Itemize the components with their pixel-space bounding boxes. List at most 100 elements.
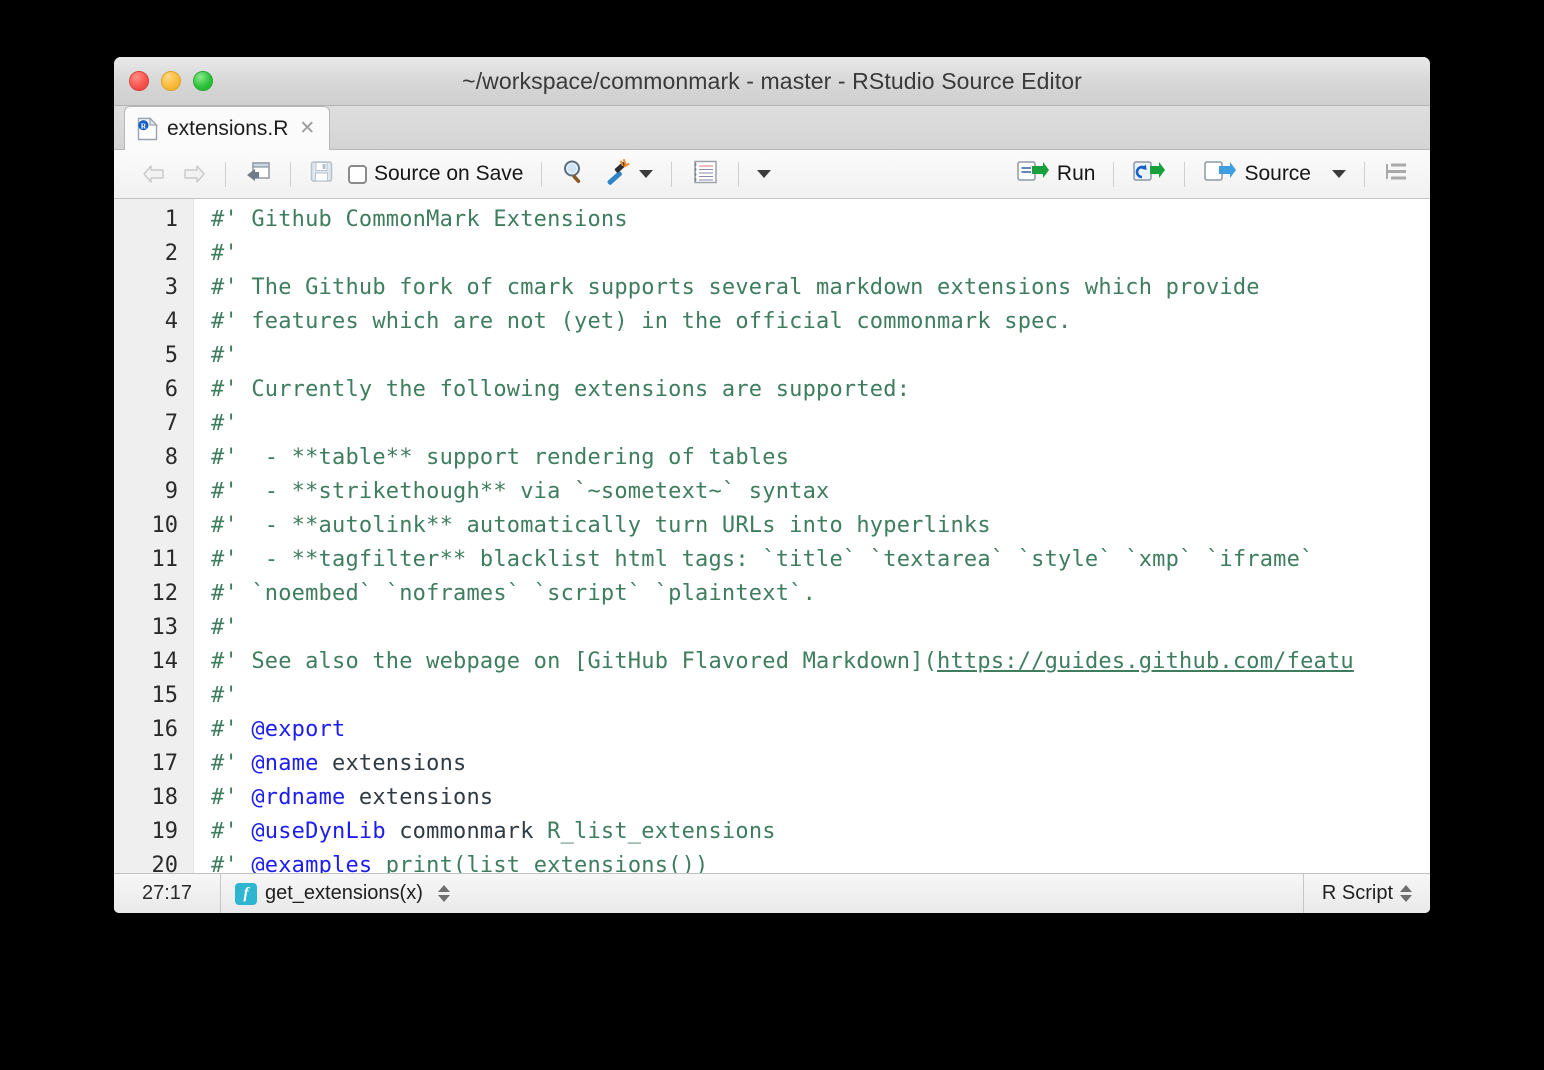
- code-line[interactable]: #' @rdname extensions: [211, 781, 1430, 815]
- minimize-window-button[interactable]: [161, 71, 181, 91]
- code-token-plain: commonmark: [386, 819, 547, 844]
- code-line[interactable]: #' @useDynLib commonmark R_list_extensio…: [211, 815, 1430, 849]
- code-token-comment: #': [211, 717, 251, 742]
- code-token-comment: #': [211, 615, 238, 640]
- code-line[interactable]: #' @name extensions: [211, 747, 1430, 781]
- save-button[interactable]: [302, 156, 341, 192]
- compile-report-button[interactable]: [683, 155, 727, 194]
- run-icon: [1016, 159, 1050, 190]
- tab-label: extensions.R: [167, 117, 288, 141]
- code-line[interactable]: #' - **strikethough** via `~sometext~` s…: [211, 475, 1430, 509]
- code-token-comment: #' The Github fork of cmark supports sev…: [211, 275, 1260, 300]
- toolbar-divider: [541, 162, 542, 187]
- tab-extensions-r[interactable]: R extensions.R ✕: [124, 106, 330, 150]
- code-token-comment: #' - **strikethough** via `~sometext~` s…: [211, 479, 829, 504]
- code-token-comment: #': [211, 411, 238, 436]
- code-token-tag: @export: [251, 717, 345, 742]
- line-number: 9: [114, 475, 193, 509]
- line-number: 13: [114, 611, 193, 645]
- code-token-comment: #' - **tagfilter** blacklist html tags: …: [211, 547, 1314, 572]
- checkbox-icon[interactable]: [348, 165, 367, 184]
- document-type-label: R Script: [1322, 882, 1393, 905]
- code-line[interactable]: #' `noembed` `noframes` `script` `plaint…: [211, 577, 1430, 611]
- code-token-comment: #': [211, 343, 238, 368]
- toolbar-divider: [290, 162, 291, 187]
- code-line[interactable]: #' @export: [211, 713, 1430, 747]
- line-number: 7: [114, 407, 193, 441]
- line-number: 5: [114, 339, 193, 373]
- chevron-down-icon[interactable]: [757, 170, 771, 178]
- find-replace-button[interactable]: [553, 155, 595, 194]
- code-token-tag: @rdname: [251, 785, 345, 810]
- line-number-gutter: 1234567891011121314151617181920: [114, 199, 194, 873]
- code-line[interactable]: #' @examples print(list_extensions()): [211, 849, 1430, 873]
- back-button[interactable]: [134, 160, 174, 188]
- code-token-comment: #': [211, 241, 238, 266]
- line-number: 4: [114, 305, 193, 339]
- source-button[interactable]: Source: [1196, 156, 1353, 193]
- line-number: 11: [114, 543, 193, 577]
- window-titlebar: ~/workspace/commonmark - master - RStudi…: [114, 57, 1430, 106]
- code-line[interactable]: #' See also the webpage on [GitHub Flavo…: [211, 645, 1430, 679]
- notebook-icon: [690, 158, 720, 191]
- code-line[interactable]: #': [211, 679, 1430, 713]
- chevron-down-icon[interactable]: [639, 170, 653, 178]
- scope-selector[interactable]: f get_extensions(x): [221, 882, 450, 905]
- close-window-button[interactable]: [129, 71, 149, 91]
- close-icon[interactable]: ✕: [299, 119, 315, 138]
- outline-icon: [1383, 160, 1411, 189]
- code-content[interactable]: #' Github CommonMark Extensions #' #' The …: [194, 199, 1430, 873]
- code-line[interactable]: #': [211, 237, 1430, 271]
- code-line[interactable]: #': [211, 339, 1430, 373]
- forward-button[interactable]: [174, 160, 214, 188]
- line-number: 10: [114, 509, 193, 543]
- maximize-window-button[interactable]: [193, 71, 213, 91]
- line-number: 17: [114, 747, 193, 781]
- code-token-comment: #': [211, 683, 238, 708]
- code-tools-button[interactable]: [595, 155, 660, 194]
- line-number: 19: [114, 815, 193, 849]
- line-number: 14: [114, 645, 193, 679]
- code-line[interactable]: #' - **autolink** automatically turn URL…: [211, 509, 1430, 543]
- toolbar-divider: [1184, 162, 1185, 187]
- code-line[interactable]: #': [211, 611, 1430, 645]
- magic-wand-icon: [602, 158, 632, 191]
- run-button[interactable]: Run: [1009, 156, 1103, 193]
- tab-strip: R extensions.R ✕: [114, 106, 1430, 150]
- chevron-down-icon[interactable]: [1332, 170, 1346, 178]
- code-line[interactable]: #': [211, 407, 1430, 441]
- document-type-selector[interactable]: R Script: [1304, 882, 1412, 905]
- code-token-tag: @useDynLib: [251, 819, 385, 844]
- document-outline-button[interactable]: [1376, 157, 1418, 192]
- code-token-plain: extensions: [345, 785, 493, 810]
- code-token-comment: #' See also the webpage on [GitHub Flavo…: [211, 649, 937, 674]
- code-editor[interactable]: 1234567891011121314151617181920 #' Githu…: [114, 199, 1430, 873]
- editor-toolbar: Source on Save: [114, 150, 1430, 199]
- code-token-plain: extensions: [319, 751, 467, 776]
- show-in-new-window-button[interactable]: [237, 156, 279, 193]
- code-line[interactable]: #' features which are not (yet) in the o…: [211, 305, 1430, 339]
- toolbar-divider: [1364, 162, 1365, 187]
- line-number: 16: [114, 713, 193, 747]
- code-line[interactable]: #' Github CommonMark Extensions: [211, 203, 1430, 237]
- cursor-position: 27:17: [114, 882, 220, 905]
- line-number: 1: [114, 203, 193, 237]
- up-down-chevron-icon[interactable]: [1400, 885, 1412, 902]
- code-line[interactable]: #' - **table** support rendering of tabl…: [211, 441, 1430, 475]
- rerun-button[interactable]: [1125, 156, 1173, 193]
- code-line[interactable]: #' The Github fork of cmark supports sev…: [211, 271, 1430, 305]
- line-number: 6: [114, 373, 193, 407]
- code-line[interactable]: #' Currently the following extensions ar…: [211, 373, 1430, 407]
- screen: ~/workspace/commonmark - master - RStudi…: [0, 0, 1544, 1070]
- code-line[interactable]: #' - **tagfilter** blacklist html tags: …: [211, 543, 1430, 577]
- more-options-button[interactable]: [750, 167, 778, 181]
- line-number: 20: [114, 849, 193, 873]
- line-number: 15: [114, 679, 193, 713]
- line-number: 2: [114, 237, 193, 271]
- source-on-save-checkbox[interactable]: Source on Save: [341, 159, 530, 189]
- line-number: 3: [114, 271, 193, 305]
- run-label: Run: [1057, 162, 1096, 186]
- up-down-chevron-icon[interactable]: [438, 885, 450, 902]
- code-token-comment: #' Github CommonMark Extensions: [211, 207, 628, 232]
- scope-label: get_extensions(x): [265, 882, 423, 905]
